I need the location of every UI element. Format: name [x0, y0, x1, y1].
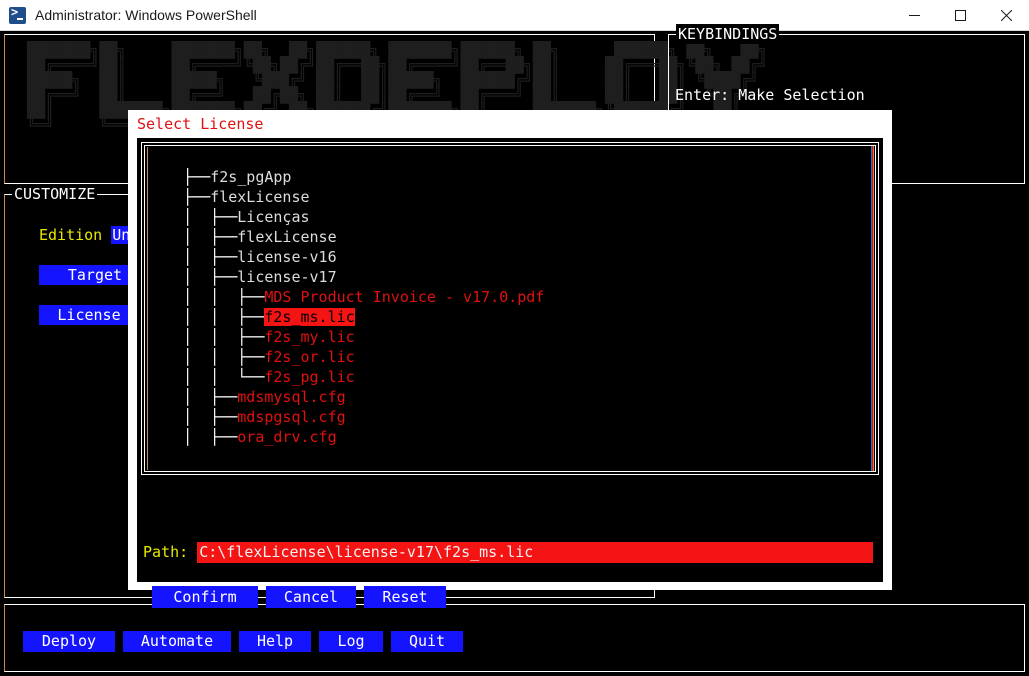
tree-connector: │ ├── — [156, 388, 237, 406]
path-row: Path: C:\flexLicense\license-v17\f2s_ms.… — [143, 542, 877, 564]
close-icon — [1001, 10, 1012, 21]
tree-row[interactable]: │ │ ├──MDS Product Invoice - v17.0.pdf — [156, 287, 544, 307]
tree-row[interactable]: │ │ ├──f2s_my.lic — [156, 327, 544, 347]
minimize-icon — [909, 10, 920, 21]
tree-row[interactable]: │ │ └──f2s_pg.lic — [156, 367, 544, 387]
tree-left-edge — [147, 147, 148, 470]
powershell-icon — [9, 7, 26, 24]
tree-connector: │ │ ├── — [156, 328, 264, 346]
window-title: Administrator: Windows PowerShell — [35, 7, 257, 23]
tree-row[interactable]: │ ├──flexLicense — [156, 227, 544, 247]
window-controls — [891, 0, 1029, 30]
tree-item-selected[interactable]: f2s_ms.lic — [264, 308, 354, 326]
tree-item-label[interactable]: f2s_pgApp — [210, 168, 291, 186]
powershell-window: Administrator: Windows PowerShell ██████… — [0, 0, 1029, 676]
tree-connector: │ │ ├── — [156, 308, 264, 326]
tree-item-label[interactable]: f2s_pg.lic — [264, 368, 354, 386]
tree-item-label[interactable]: f2s_my.lic — [264, 328, 354, 346]
quit-button[interactable]: Quit — [391, 631, 463, 652]
automate-button[interactable]: Automate — [123, 631, 231, 652]
keybindings-legend: KEYBINDINGS — [676, 24, 779, 44]
bottom-action-panel: Deploy Automate Help Log Quit — [4, 604, 1025, 672]
tree-connector: │ ├── — [156, 408, 237, 426]
tree-row[interactable]: │ ├──mdsmysql.cfg — [156, 387, 544, 407]
maximize-icon — [955, 10, 966, 21]
tree-right-edge — [871, 146, 874, 471]
tree-row[interactable]: │ ├──license-v17 — [156, 267, 544, 287]
tree-row[interactable]: ├──flexLicense — [156, 187, 544, 207]
log-button[interactable]: Log — [319, 631, 383, 652]
tree-row[interactable]: ├──f2s_pgApp — [156, 167, 544, 187]
tree-item-label[interactable]: license-v17 — [237, 268, 336, 286]
customize-legend: CUSTOMIZE — [12, 184, 97, 204]
tree-row[interactable]: │ ├──mdspgsql.cfg — [156, 407, 544, 427]
tree-row[interactable]: │ ├──Licenças — [156, 207, 544, 227]
title-bar-left: Administrator: Windows PowerShell — [0, 7, 891, 24]
tree-row[interactable]: │ │ ├──f2s_or.lic — [156, 347, 544, 367]
edition-row: Edition Un — [39, 225, 131, 245]
tree-connector: │ ├── — [156, 208, 237, 226]
tree-row[interactable]: │ │ ├──f2s_ms.lic — [156, 307, 544, 327]
path-value[interactable]: C:\flexLicense\license-v17\f2s_ms.lic — [197, 542, 873, 563]
license-button[interactable]: License — [39, 305, 139, 325]
dialog-title: Select License — [137, 114, 263, 134]
dialog-body: ├──f2s_pgApp ├──flexLicense │ ├──Licença… — [137, 138, 883, 582]
reset-button[interactable]: Reset — [364, 586, 446, 608]
keybinding-item: Enter: Make Selection — [675, 85, 865, 105]
tree-connector: │ ├── — [156, 248, 237, 266]
tree-connector: ├── — [156, 168, 210, 186]
file-tree-box: ├──f2s_pgApp ├──flexLicense │ ├──Licença… — [141, 142, 879, 475]
title-bar: Administrator: Windows PowerShell — [0, 0, 1029, 31]
edition-label: Edition — [39, 226, 102, 244]
terminal-surface: ███████╗██╗ ███████╗██╗ ██╗██████╗ █████… — [0, 31, 1029, 676]
tree-item-label[interactable]: ora_drv.cfg — [237, 428, 336, 446]
tree-item-label[interactable]: MDS Product Invoice - v17.0.pdf — [264, 288, 544, 306]
tree-item-label[interactable]: flexLicense — [210, 188, 309, 206]
tree-row[interactable]: │ ├──ora_drv.cfg — [156, 427, 544, 447]
path-label: Path: — [143, 543, 188, 561]
tree-item-label[interactable]: Licenças — [237, 208, 309, 226]
select-license-dialog: Select License ├──f2s_pgApp ├──flexLicen… — [128, 110, 892, 590]
tree-connector: │ │ └── — [156, 368, 264, 386]
tree-item-label[interactable]: mdsmysql.cfg — [237, 388, 345, 406]
file-tree[interactable]: ├──f2s_pgApp ├──flexLicense │ ├──Licença… — [156, 167, 544, 447]
confirm-button[interactable]: Confirm — [152, 586, 258, 608]
tree-row[interactable]: │ ├──license-v16 — [156, 247, 544, 267]
deploy-button[interactable]: Deploy — [23, 631, 115, 652]
tree-item-label[interactable]: license-v16 — [237, 248, 336, 266]
tree-connector: ├── — [156, 188, 210, 206]
tree-connector: │ ├── — [156, 428, 237, 446]
tree-connector: │ │ ├── — [156, 348, 264, 366]
tree-item-label[interactable]: f2s_or.lic — [264, 348, 354, 366]
tree-connector: │ ├── — [156, 228, 237, 246]
cancel-button[interactable]: Cancel — [266, 586, 356, 608]
tree-connector: │ ├── — [156, 268, 237, 286]
tree-item-label[interactable]: mdspgsql.cfg — [237, 408, 345, 426]
tree-connector: │ │ ├── — [156, 288, 264, 306]
maximize-button[interactable] — [937, 0, 983, 30]
minimize-button[interactable] — [891, 0, 937, 30]
help-button[interactable]: Help — [239, 631, 311, 652]
close-button[interactable] — [983, 0, 1029, 30]
tree-item-label[interactable]: flexLicense — [237, 228, 336, 246]
